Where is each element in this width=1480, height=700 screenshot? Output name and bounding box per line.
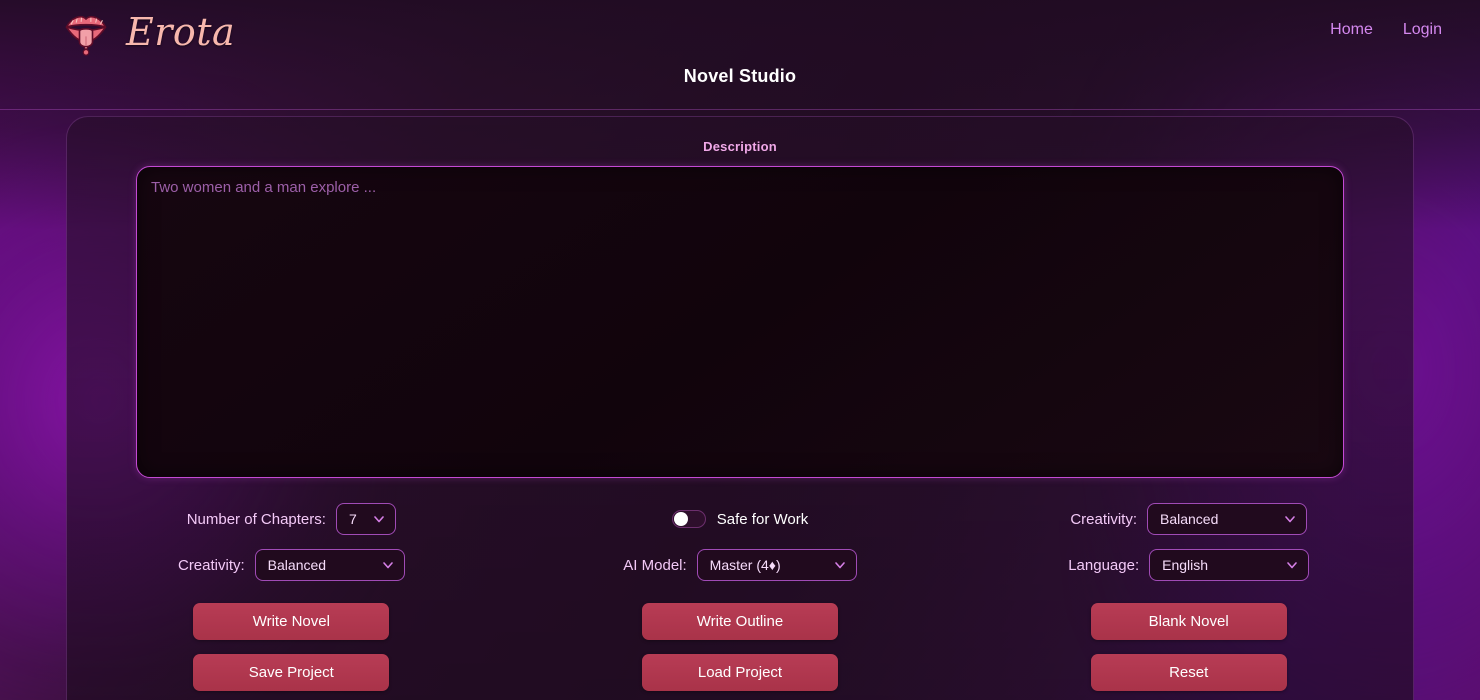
blank-novel-button[interactable]: Blank Novel — [1090, 603, 1287, 640]
chevron-down-icon — [382, 562, 393, 569]
creativity-left-value: Balanced — [267, 557, 327, 573]
button-cell: Reset — [964, 654, 1413, 691]
load-project-button[interactable]: Load Project — [641, 654, 838, 691]
language-value: English — [1162, 557, 1209, 573]
toggle-knob — [673, 512, 688, 526]
chapters-select[interactable]: 7 — [335, 503, 396, 535]
reset-button[interactable]: Reset — [1090, 654, 1287, 691]
save-project-button[interactable]: Save Project — [193, 654, 390, 691]
site-header: Erota Home Login — [0, 0, 1480, 60]
nav-link-login[interactable]: Login — [1403, 21, 1442, 39]
button-cell: Write Novel — [67, 603, 516, 640]
safe-for-work-toggle[interactable] — [671, 510, 706, 528]
safe-for-work-control: Safe for Work — [671, 503, 809, 535]
ai-model-value: Master (4♦) — [709, 557, 781, 573]
main-nav: Home Login — [1330, 21, 1442, 39]
language-select[interactable]: English — [1149, 549, 1310, 581]
button-cell: Blank Novel — [964, 603, 1413, 640]
write-outline-button[interactable]: Write Outline — [641, 603, 838, 640]
write-novel-button[interactable]: Write Novel — [193, 603, 390, 640]
chevron-down-icon — [374, 516, 384, 523]
brand-logo[interactable]: Erota — [60, 6, 235, 58]
nav-link-home[interactable]: Home — [1330, 21, 1373, 39]
creativity-left-label: Creativity: — [177, 556, 245, 574]
novel-studio-card: Description Number of Chapters: 7 — [66, 116, 1414, 700]
language-control: Language: English — [1068, 549, 1310, 581]
safe-for-work-label: Safe for Work — [716, 510, 809, 528]
controls-column-middle: Safe for Work AI Model: Master (4♦) — [516, 503, 965, 581]
title-section: Novel Studio — [0, 60, 1480, 110]
creativity-right-control: Creativity: Balanced — [1070, 503, 1307, 535]
lips-tongue-icon — [65, 16, 107, 56]
header-divider — [0, 109, 1480, 110]
language-label: Language: — [1068, 556, 1140, 574]
brand-name: Erota — [126, 10, 236, 54]
controls-column-right: Creativity: Balanced Language: English — [964, 503, 1413, 581]
creativity-right-select[interactable]: Balanced — [1147, 503, 1307, 535]
ai-model-select[interactable]: Master (4♦) — [696, 549, 857, 581]
button-cell: Save Project — [67, 654, 516, 691]
chevron-down-icon — [834, 562, 845, 569]
ai-model-label: AI Model: — [623, 556, 687, 574]
controls-grid: Number of Chapters: 7 Creativity: Balanc… — [67, 503, 1413, 581]
chapters-value: 7 — [348, 511, 357, 527]
chapters-control: Number of Chapters: 7 — [187, 503, 396, 535]
description-label: Description — [703, 139, 777, 154]
creativity-left-select[interactable]: Balanced — [254, 549, 405, 581]
chevron-down-icon — [1285, 516, 1295, 523]
button-cell: Load Project — [516, 654, 965, 691]
action-buttons: Write Novel Write Outline Blank Novel Sa… — [67, 603, 1413, 691]
description-field-wrapper — [136, 166, 1344, 483]
creativity-right-value: Balanced — [1160, 511, 1219, 527]
page-root: Erota Home Login Novel Studio Descriptio… — [0, 0, 1480, 700]
description-input[interactable] — [136, 166, 1344, 478]
page-title: Novel Studio — [683, 66, 797, 86]
creativity-left-control: Creativity: Balanced — [178, 549, 405, 581]
ai-model-control: AI Model: Master (4♦) — [623, 549, 857, 581]
creativity-right-label: Creativity: — [1070, 510, 1137, 528]
chapters-label: Number of Chapters: — [186, 510, 326, 528]
controls-column-left: Number of Chapters: 7 Creativity: Balanc… — [67, 503, 516, 581]
button-cell: Write Outline — [516, 603, 965, 640]
chevron-down-icon — [1287, 562, 1297, 569]
